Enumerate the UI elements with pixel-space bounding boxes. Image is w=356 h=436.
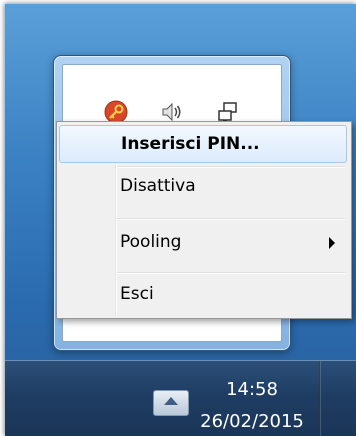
show-hidden-icons-button[interactable] bbox=[153, 390, 189, 416]
clock-date: 26/02/2015 bbox=[200, 411, 304, 432]
context-menu: Inserisci PIN... Disattiva Pooling Esci bbox=[56, 121, 352, 319]
menu-item-disattiva[interactable]: Disattiva bbox=[59, 168, 347, 206]
menu-item-label: Esci bbox=[120, 284, 154, 304]
menu-item-label: Pooling bbox=[120, 232, 182, 252]
submenu-arrow-icon bbox=[329, 237, 335, 249]
clock-time: 14:58 bbox=[226, 379, 278, 400]
menu-item-pooling[interactable]: Pooling bbox=[59, 224, 347, 262]
menu-item-label: Inserisci PIN... bbox=[121, 134, 260, 154]
taskbar-clock[interactable]: 14:58 26/02/2015 bbox=[197, 379, 307, 433]
menu-item-inserisci-pin[interactable]: Inserisci PIN... bbox=[59, 125, 347, 163]
menu-separator bbox=[117, 218, 345, 220]
show-desktop-divider bbox=[319, 361, 321, 436]
menu-separator bbox=[117, 272, 345, 274]
screenshot-frame: 14:58 26/02/2015 Inserisci PIN... Disatt… bbox=[0, 0, 356, 436]
chevron-up-icon bbox=[164, 397, 178, 405]
menu-item-esci[interactable]: Esci bbox=[59, 276, 347, 314]
taskbar: 14:58 26/02/2015 bbox=[5, 360, 356, 436]
menu-item-label: Disattiva bbox=[120, 176, 196, 196]
